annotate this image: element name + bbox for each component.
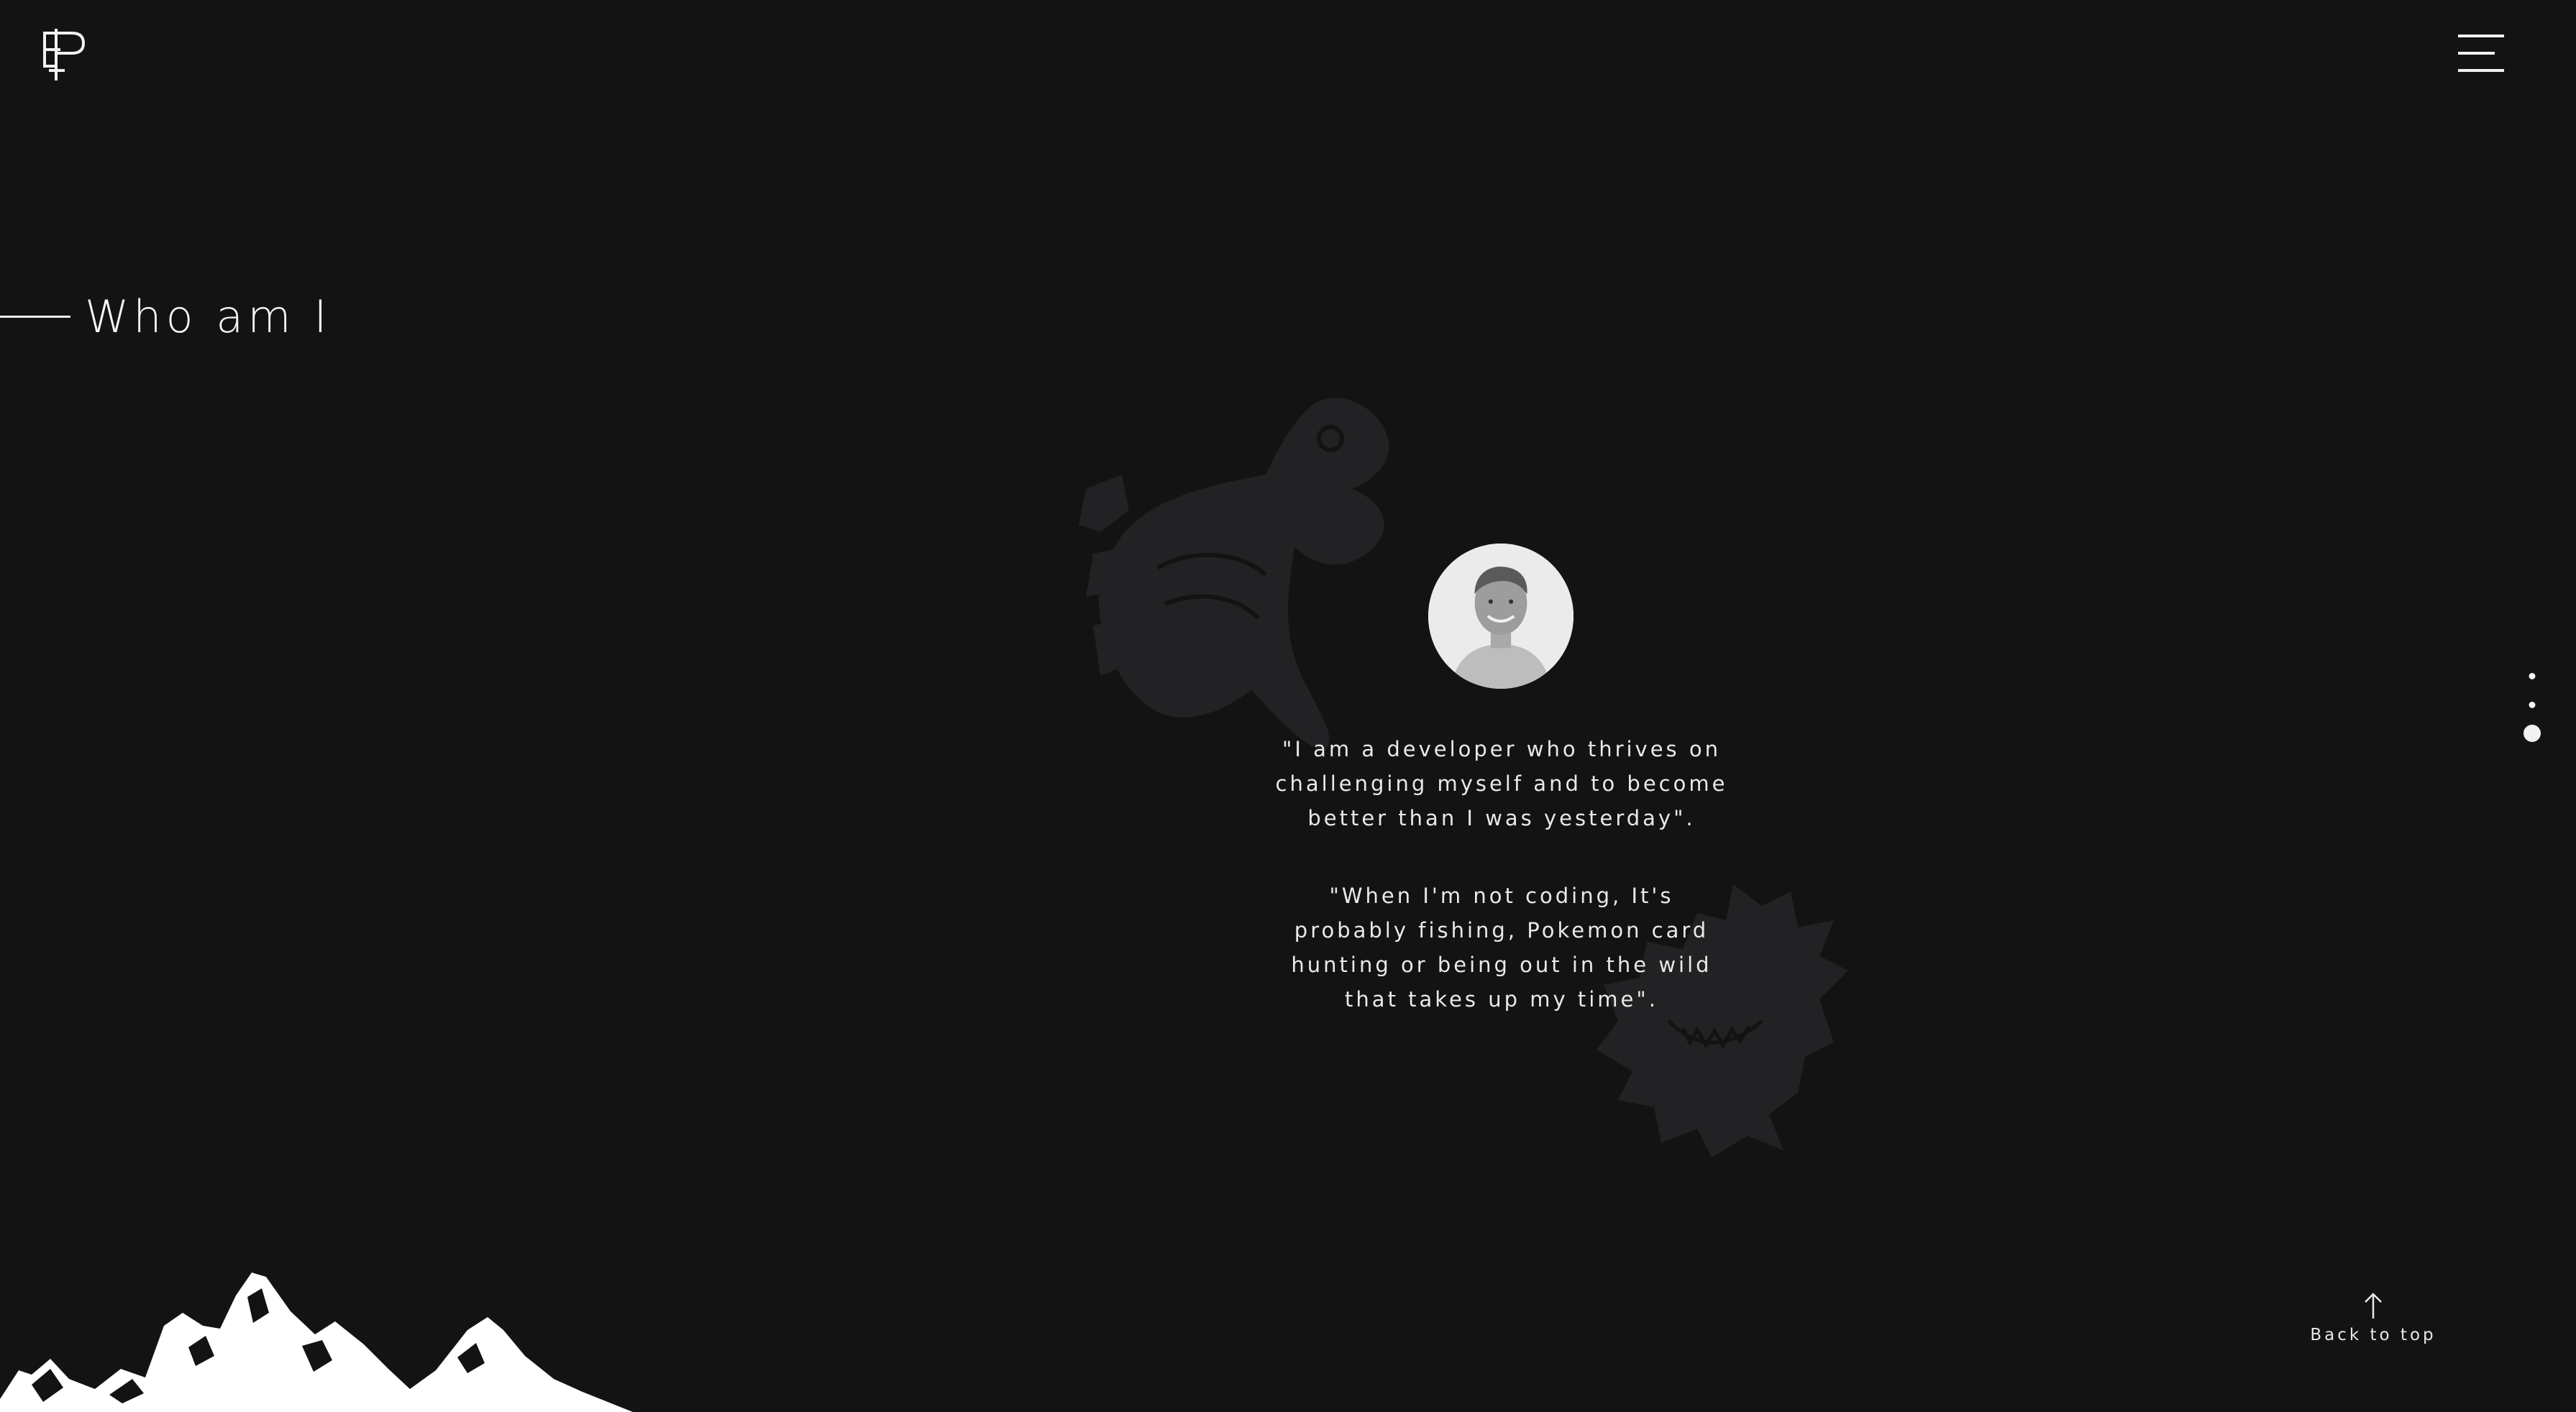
pager-dot-1[interactable] <box>2529 673 2536 679</box>
back-to-top-label: Back to top <box>2310 1326 2436 1344</box>
section-pager <box>2521 670 2543 748</box>
pager-dot-3-active[interactable] <box>2524 725 2541 742</box>
quote-developer: "I am a developer who thrives on challen… <box>1275 737 1728 830</box>
heading-rule <box>0 315 70 318</box>
menu-line-middle <box>2458 52 2495 55</box>
ep-logo-icon[interactable] <box>42 27 88 81</box>
arrow-up-icon <box>2365 1293 2382 1319</box>
hamburger-menu-icon[interactable] <box>2458 33 2504 75</box>
mountain-silhouette <box>0 1251 633 1412</box>
fish-illustration <box>1079 398 1389 751</box>
page: Who am I "I am a developer who thrives o… <box>0 0 2576 1412</box>
pager-dot-2[interactable] <box>2529 702 2536 708</box>
menu-line-top <box>2458 35 2504 37</box>
section-heading: Who am I <box>0 288 332 345</box>
menu-line-bottom <box>2458 69 2504 72</box>
quote-hobbies: "When I'm not coding, It's probably fish… <box>1291 884 1712 1012</box>
page-title: Who am I <box>85 290 332 343</box>
back-to-top-button[interactable]: Back to top <box>2308 1291 2438 1356</box>
profile-photo <box>1428 544 1574 689</box>
